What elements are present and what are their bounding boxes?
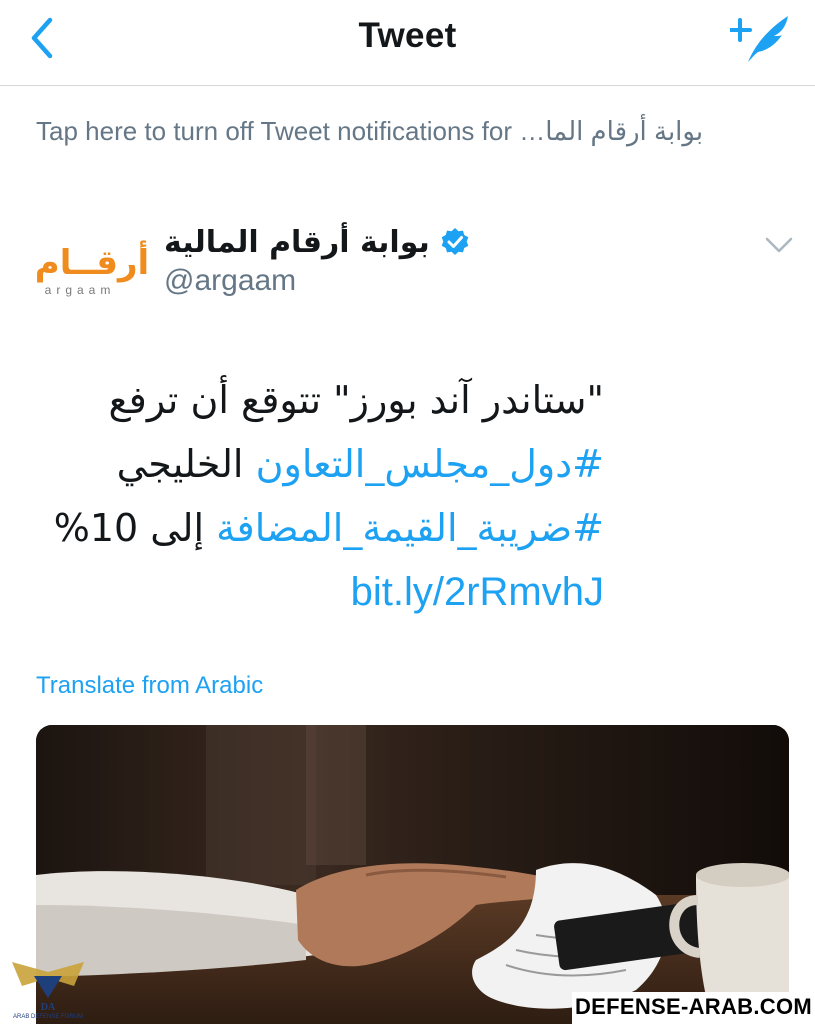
- translate-button[interactable]: Translate from Arabic: [36, 672, 263, 700]
- notification-account-name: بوابة أرقام الما…: [519, 116, 704, 146]
- watermark-logo-caption: ARAB DEFENSE FORUM: [13, 1014, 83, 1020]
- avatar-logo-arabic: أرقــام: [36, 240, 148, 283]
- tweet-line-3: #ضريبة_القيمة_المضافة إلى 10%: [36, 496, 604, 560]
- compose-tweet-icon: [728, 16, 788, 62]
- avatar[interactable]: أرقــام argaam: [35, 238, 149, 298]
- watermark-logo-mark: DA: [41, 1002, 56, 1013]
- hashtag-gcc[interactable]: #دول_مجلس_التعاون: [256, 442, 604, 486]
- page-title: Tweet: [358, 16, 457, 55]
- watermark-logo: DA ARAB DEFENSE FORUM: [4, 958, 92, 1020]
- chevron-down-icon: [765, 237, 793, 253]
- tweet-link[interactable]: bit.ly/2rRmvhJ: [36, 560, 604, 624]
- tweet-line-1: "ستاندر آند بورز" تتوقع أن ترفع: [108, 378, 604, 422]
- tweet-line-3-rest: إلى 10%: [53, 506, 205, 550]
- compose-tweet-button[interactable]: [728, 12, 792, 68]
- tweet-line-2: #دول_مجلس_التعاون الخليجي: [36, 432, 604, 496]
- notification-banner[interactable]: Tap here to turn off Tweet notifications…: [36, 116, 796, 147]
- author-handle[interactable]: @argaam: [164, 264, 296, 298]
- navigation-bar: Tweet: [0, 0, 815, 86]
- author-display-name[interactable]: بوابة أرقام المالية: [164, 225, 430, 260]
- author-name-row[interactable]: بوابة أرقام المالية: [164, 222, 470, 262]
- tweet-line-2-rest: الخليجي: [116, 442, 244, 486]
- verified-badge-icon: [441, 228, 469, 255]
- hashtag-vat[interactable]: #ضريبة_القيمة_المضافة: [216, 506, 604, 550]
- avatar-logo-latin: argaam: [45, 283, 116, 297]
- tweet-media-image[interactable]: [36, 725, 789, 1024]
- media-photo: [36, 725, 789, 1024]
- notification-text: Tap here to turn off Tweet notifications…: [36, 116, 512, 146]
- tweet-options-button[interactable]: [764, 234, 794, 256]
- watermark-site-text: DEFENSE-ARAB.COM: [572, 992, 815, 1024]
- tweet-text: "ستاندر آند بورز" تتوقع أن ترفع #دول_مجل…: [36, 368, 604, 624]
